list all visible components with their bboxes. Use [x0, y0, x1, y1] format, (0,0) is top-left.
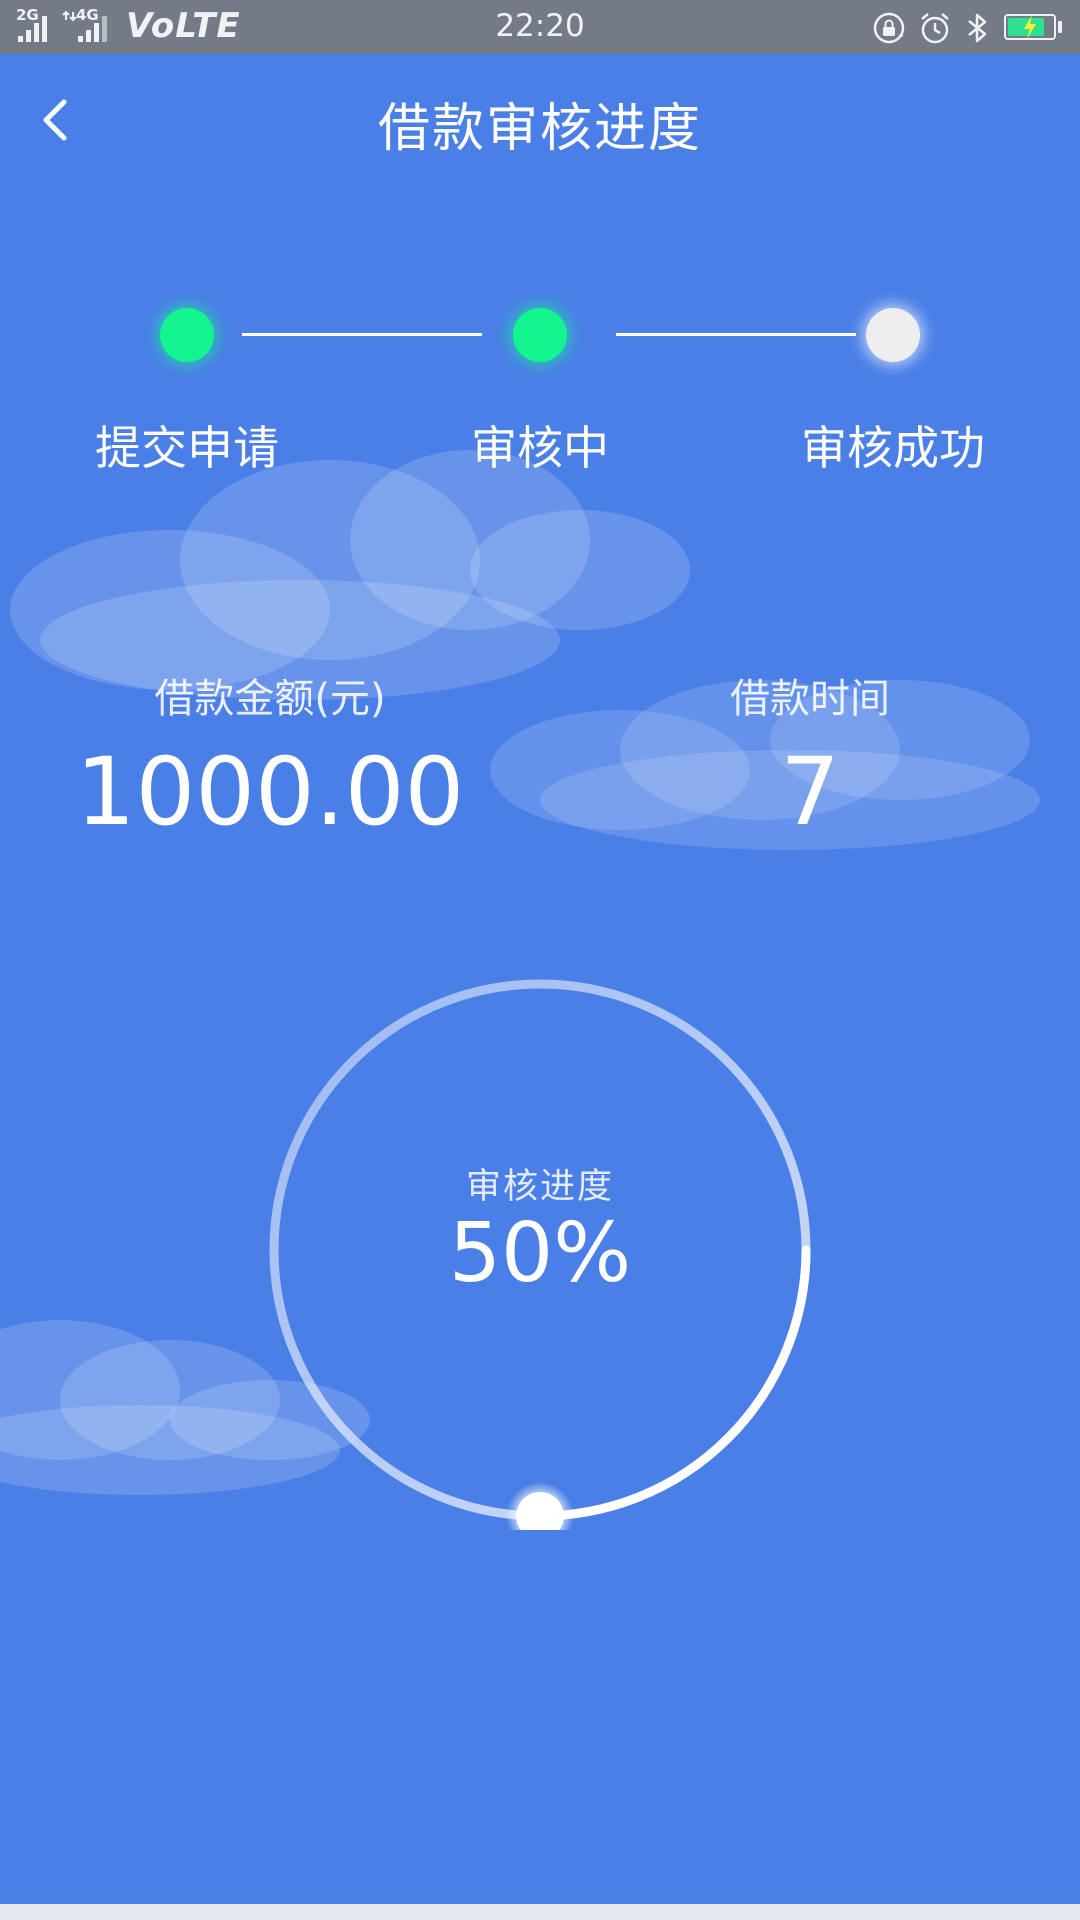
- battery-tip: [1058, 21, 1062, 33]
- step-label-success: 审核成功: [801, 421, 985, 475]
- page-title: 借款审核进度: [377, 99, 702, 159]
- step-connector: [242, 333, 482, 336]
- step-label-submit: 提交申请: [95, 421, 279, 475]
- loan-amount-label: 借款金额(元): [154, 676, 386, 722]
- loan-amount-value: 1000.00: [75, 738, 465, 847]
- status-bar: 2G 4G VoLTE 22:20: [0, 0, 1080, 54]
- step-indicator-reviewing: [513, 308, 567, 362]
- bluetooth-icon: [968, 13, 987, 43]
- alarm-icon: [921, 13, 949, 44]
- lock-rotation-icon: [873, 12, 905, 44]
- charging-bolt-icon: [1024, 15, 1036, 39]
- navigation-bar-edge: [0, 1904, 1080, 1920]
- step-label-reviewing: 审核中: [471, 421, 609, 475]
- step-connector: [616, 333, 856, 336]
- progress-value: 50%: [448, 1206, 632, 1301]
- step-indicator-success: [866, 308, 920, 362]
- progress-label: 审核进度: [465, 1167, 614, 1207]
- loan-term-label: 借款时间: [730, 676, 890, 722]
- screen: 2G 4G VoLTE 22:20 借款审核进度 提交申请 审核中 审核成功 借…: [0, 0, 1080, 1920]
- step-indicator-submit: [160, 308, 214, 362]
- loan-term-value: 7: [780, 738, 840, 847]
